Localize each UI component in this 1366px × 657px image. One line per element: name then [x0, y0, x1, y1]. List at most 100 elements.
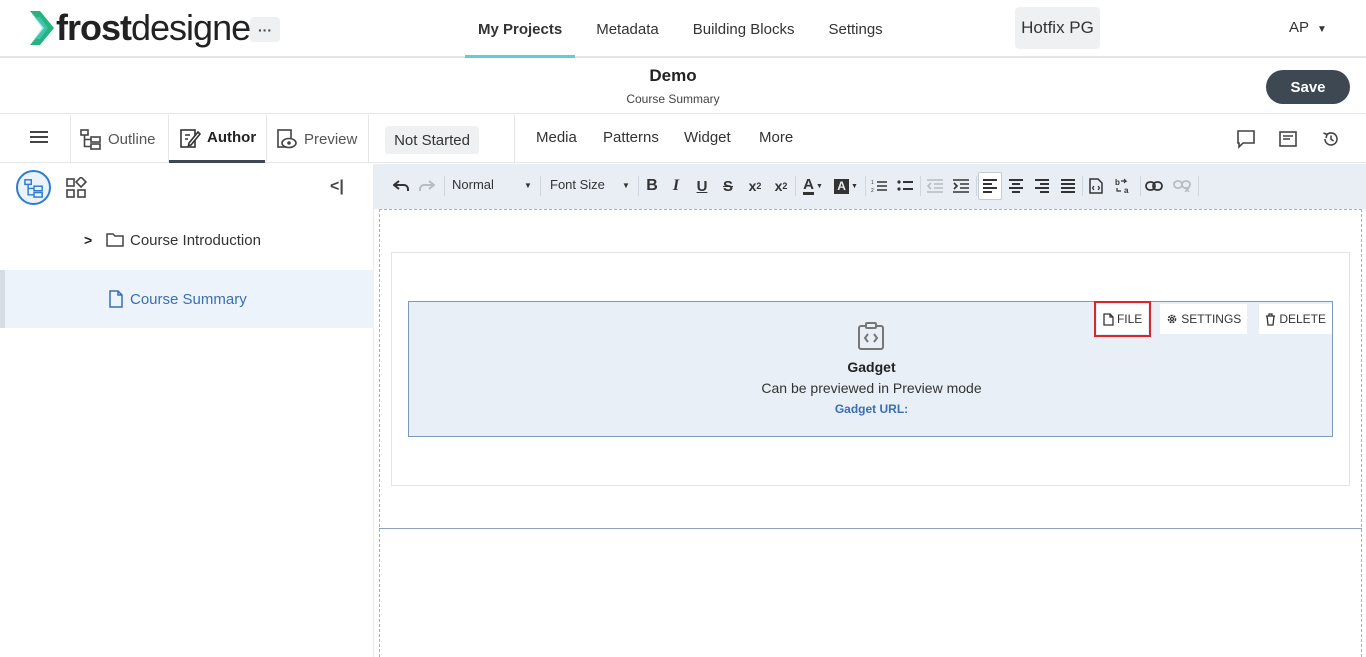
building-blocks-icon[interactable] [65, 177, 87, 199]
comment-icon[interactable] [1236, 129, 1256, 149]
underline-icon[interactable]: U [694, 176, 710, 196]
page-title: Demo [649, 66, 697, 85]
gadget-description: Can be previewed in Preview mode [761, 380, 982, 396]
collapse-sidebar-icon[interactable]: <| [330, 178, 344, 196]
indent-icon[interactable] [952, 176, 970, 196]
svg-text:2: 2 [871, 188, 874, 193]
tree-item-course-introduction[interactable]: > Course Introduction [0, 211, 374, 269]
superscript-icon[interactable]: x2 [772, 176, 790, 196]
redo-icon[interactable] [418, 176, 436, 196]
html-source-icon[interactable] [1088, 176, 1104, 196]
nav-building-blocks[interactable]: Building Blocks [680, 0, 808, 58]
gadget-delete-button[interactable]: DELETE [1259, 304, 1332, 334]
page-subtitle: Course Summary [626, 92, 720, 106]
rich-text-toolbar: Normal ▼ Font Size ▼ B I U S x2 x2 A ▼ A ▼… [374, 164, 1366, 209]
gadget-file-button[interactable]: FILE [1093, 301, 1152, 337]
tree-item-label: Course Introduction [130, 231, 261, 249]
hamburger-menu-icon[interactable] [30, 131, 48, 145]
main-nav: My Projects Metadata Building Blocks Set… [465, 0, 904, 58]
find-replace-icon[interactable]: ba [1114, 176, 1134, 196]
insert-patterns-button[interactable]: Patterns [603, 129, 659, 146]
background-color-icon[interactable]: A ▼ [833, 176, 859, 196]
notes-icon[interactable] [1278, 129, 1298, 149]
user-initials: AP [1289, 19, 1310, 36]
document-title-bar: Demo Course Summary Save [0, 58, 1366, 114]
chevron-right-icon[interactable]: > [84, 232, 98, 248]
gadget-actions: FILE SETTINGS DELETE [1085, 301, 1332, 337]
bold-icon[interactable]: B [644, 176, 660, 196]
tab-outline[interactable]: Outline [80, 115, 156, 163]
gadget-settings-button[interactable]: SETTINGS [1160, 304, 1248, 334]
gadget-title: Gadget [847, 359, 896, 375]
block-format-dropdown[interactable]: Normal ▼ [452, 177, 534, 192]
divider [70, 115, 71, 163]
gadget-delete-label: DELETE [1279, 312, 1326, 326]
numbered-list-icon[interactable]: 12 [870, 176, 888, 196]
tab-preview-label: Preview [304, 130, 358, 148]
outdent-icon[interactable] [926, 176, 944, 196]
nav-my-projects[interactable]: My Projects [465, 0, 576, 58]
gear-icon [1167, 314, 1177, 324]
page-icon [109, 290, 123, 308]
divider [1198, 176, 1199, 196]
divider [1140, 176, 1141, 196]
chevron-down-icon: ▼ [1317, 24, 1327, 35]
tab-author[interactable]: Author [169, 115, 265, 163]
divider [976, 176, 977, 196]
gadget-url-label: Gadget URL: [834, 402, 909, 416]
align-left-icon[interactable] [982, 176, 998, 196]
divider [795, 176, 796, 196]
mode-toolbar: Outline Author Preview Not Started Media… [0, 115, 1366, 163]
app-more-button[interactable]: ··· [250, 17, 280, 42]
subscript-icon[interactable]: x2 [746, 176, 764, 196]
nav-settings[interactable]: Settings [815, 0, 895, 58]
unlink-icon[interactable] [1173, 176, 1191, 196]
save-button[interactable]: Save [1266, 70, 1350, 104]
file-icon [1103, 312, 1114, 326]
outline-tree-icon [80, 129, 101, 150]
divider [266, 115, 267, 163]
gadget-block[interactable]: FILE SETTINGS DELETE Gadget Can be previ… [408, 301, 1333, 437]
frost-designer-logo[interactable]: frostdesigner [30, 10, 262, 46]
align-justify-icon[interactable] [1060, 176, 1076, 196]
logo-chevron-icon [30, 11, 54, 45]
font-size-dropdown[interactable]: Font Size ▼ [550, 177, 632, 192]
italic-icon[interactable]: I [668, 176, 684, 196]
gadget-code-icon [858, 322, 884, 350]
chevron-down-icon: ▼ [622, 181, 630, 190]
top-navigation-bar: frostdesigner ··· My Projects Metadata B… [0, 0, 1366, 58]
divider [444, 176, 445, 196]
course-outline-sidebar: <| > Course Introduction Course Summary [0, 164, 374, 657]
edit-pencil-icon [180, 128, 201, 148]
history-icon[interactable] [1321, 129, 1341, 149]
trash-icon [1266, 312, 1276, 326]
align-center-icon[interactable] [1008, 176, 1024, 196]
insert-more-button[interactable]: More [759, 129, 793, 146]
user-menu[interactable]: AP ▼ [1289, 19, 1327, 36]
link-icon[interactable] [1145, 176, 1163, 196]
insert-widget-button[interactable]: Widget [684, 129, 731, 146]
divider [920, 176, 921, 196]
tree-view-button[interactable] [16, 170, 51, 205]
tree-view-icon [23, 178, 43, 198]
tree-item-course-summary[interactable]: Course Summary [0, 270, 374, 328]
tab-preview[interactable]: Preview [276, 115, 357, 163]
insert-media-button[interactable]: Media [536, 129, 577, 146]
divider [638, 176, 639, 196]
svg-text:b: b [1115, 178, 1120, 187]
divider [865, 176, 866, 196]
svg-text:a: a [1124, 186, 1129, 194]
status-badge[interactable]: Not Started [385, 126, 479, 154]
nav-metadata[interactable]: Metadata [583, 0, 672, 58]
text-color-icon[interactable]: A ▼ [801, 176, 825, 196]
project-name-chip[interactable]: Hotfix PG [1015, 7, 1100, 49]
bullet-list-icon[interactable] [896, 176, 914, 196]
preview-eye-icon [277, 129, 297, 149]
align-right-icon[interactable] [1034, 176, 1050, 196]
tab-outline-label: Outline [108, 130, 156, 148]
strikethrough-icon[interactable]: S [720, 176, 736, 196]
font-size-value: Font Size [550, 177, 605, 192]
gadget-file-label: FILE [1116, 312, 1143, 326]
tab-author-label: Author [207, 129, 257, 146]
undo-icon[interactable] [392, 176, 410, 196]
